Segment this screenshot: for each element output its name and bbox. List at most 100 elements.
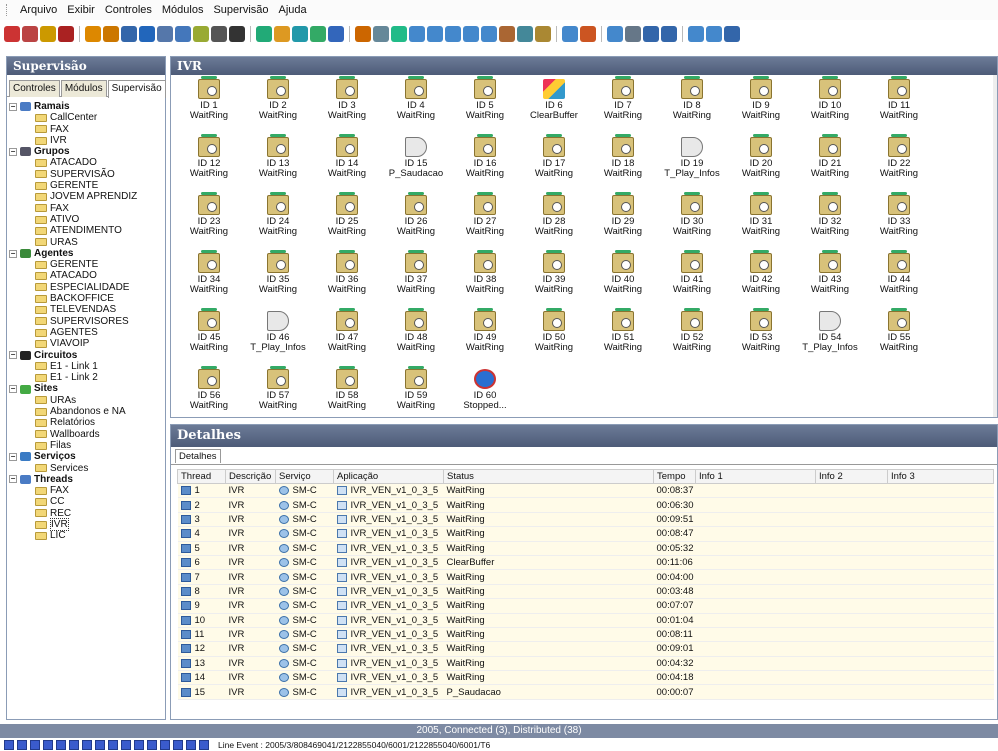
tab-detalhes[interactable]: Detalhes bbox=[175, 449, 221, 463]
ivr-channel[interactable]: ID 22 WaitRing bbox=[865, 134, 933, 189]
db-icon[interactable] bbox=[535, 26, 551, 42]
ivr-channel[interactable]: ID 2 WaitRing bbox=[244, 76, 312, 131]
table-row[interactable]: 8 IVR SM-C IVR_VEN_v1_0_3_5 WaitRing 00:03:48 bbox=[177, 584, 994, 600]
collapse-toggle-icon[interactable]: − bbox=[9, 385, 17, 394]
ivr-channel[interactable]: ID 27 WaitRing bbox=[451, 192, 519, 247]
ivr-channel[interactable]: ID 23 WaitRing bbox=[175, 192, 243, 247]
ivr-channel[interactable]: ID 57 WaitRing bbox=[244, 366, 312, 417]
tree-group-3[interactable]: − Circuitos bbox=[9, 350, 163, 361]
collapse-toggle-icon[interactable]: − bbox=[9, 147, 17, 156]
tree-item[interactable]: TELEVENDAS bbox=[9, 304, 163, 315]
queue-icon[interactable] bbox=[391, 26, 407, 42]
ivr-channel[interactable]: ID 34 WaitRing bbox=[175, 250, 243, 305]
collapse-toggle-icon[interactable]: − bbox=[9, 452, 17, 461]
ivr-channel[interactable]: ID 39 WaitRing bbox=[520, 250, 588, 305]
ivr-channel[interactable]: ID 3 WaitRing bbox=[313, 76, 381, 131]
ivr-channel[interactable]: ID 59 WaitRing bbox=[382, 366, 450, 417]
ivr-channel[interactable]: ID 52 WaitRing bbox=[658, 308, 726, 363]
tree-item[interactable]: FAX bbox=[9, 124, 163, 135]
menu-exibir[interactable]: Exibir bbox=[67, 4, 95, 16]
table-row[interactable]: 5 IVR SM-C IVR_VEN_v1_0_3_5 WaitRing 00:05:32 bbox=[177, 541, 994, 556]
ivr-channel[interactable]: ID 40 WaitRing bbox=[589, 250, 657, 305]
list-icon[interactable] bbox=[328, 26, 344, 42]
tree-item[interactable]: URAS bbox=[9, 237, 163, 248]
gear-icon[interactable] bbox=[274, 26, 290, 42]
ivr-channel[interactable]: ID 18 WaitRing bbox=[589, 134, 657, 189]
tree-item[interactable]: VIAVOIP bbox=[9, 338, 163, 349]
export-icon[interactable] bbox=[562, 26, 578, 42]
monitor-icon[interactable] bbox=[211, 26, 227, 42]
tab-supervisao[interactable]: Supervisão bbox=[107, 80, 166, 98]
table-row[interactable]: 13 IVR SM-C IVR_VEN_v1_0_3_5 WaitRing 00:04:3… bbox=[177, 656, 994, 672]
check-icon[interactable] bbox=[22, 26, 38, 42]
menu-ajuda[interactable]: Ajuda bbox=[279, 4, 307, 16]
sheet-icon[interactable] bbox=[193, 26, 209, 42]
tree-item[interactable]: Filas bbox=[9, 440, 163, 451]
ivr-channel[interactable]: ID 55 WaitRing bbox=[865, 308, 933, 363]
report-icon[interactable] bbox=[409, 26, 425, 42]
ivr-channel[interactable]: ID 37 WaitRing bbox=[382, 250, 450, 305]
collapse-toggle-icon[interactable]: − bbox=[9, 351, 17, 360]
tree-item[interactable]: BACKOFFICE bbox=[9, 293, 163, 304]
tree-item[interactable]: JOVEM APRENDIZ bbox=[9, 191, 163, 202]
table-row[interactable]: 2 IVR SM-C IVR_VEN_v1_0_3_5 WaitRing 00:06:30 bbox=[177, 497, 994, 513]
ivr-channel[interactable]: ID 60 Stopped... bbox=[451, 369, 519, 417]
table-row[interactable]: 1 IVR SM-C IVR_VEN_v1_0_3_5 WaitRing 00:08:37 bbox=[177, 483, 994, 499]
ivr-channel[interactable]: ID 46 T_Play_Infos bbox=[244, 311, 312, 363]
ivr-channel[interactable]: ID 16 WaitRing bbox=[451, 134, 519, 189]
ivr-channel[interactable]: ID 51 WaitRing bbox=[589, 308, 657, 363]
table-row[interactable]: 6 IVR SM-C IVR_VEN_v1_0_3_5 ClearBuffer 00:11… bbox=[177, 555, 994, 571]
ivr-channel[interactable]: ID 29 WaitRing bbox=[589, 192, 657, 247]
table-row[interactable]: 12 IVR SM-C IVR_VEN_v1_0_3_5 WaitRing 00:09:0… bbox=[177, 641, 994, 657]
ivr-channel[interactable]: ID 31 WaitRing bbox=[727, 192, 795, 247]
ivr-channel[interactable]: ID 13 WaitRing bbox=[244, 134, 312, 189]
chart-icon[interactable] bbox=[139, 26, 155, 42]
zoom-in-icon[interactable] bbox=[643, 26, 659, 42]
table-row[interactable]: 14 IVR SM-C IVR_VEN_v1_0_3_5 WaitRing 00:04:1… bbox=[177, 670, 994, 686]
zoom-out-icon[interactable] bbox=[661, 26, 677, 42]
column-header[interactable]: Descrição bbox=[225, 469, 276, 484]
ivr-channel[interactable]: ID 41 WaitRing bbox=[658, 250, 726, 305]
network-icon[interactable] bbox=[256, 26, 272, 42]
back-icon[interactable] bbox=[4, 26, 20, 42]
ivr-channel[interactable]: ID 49 WaitRing bbox=[451, 308, 519, 363]
column-header[interactable]: Tempo bbox=[653, 469, 696, 484]
tree-item[interactable]: Relatórios bbox=[9, 417, 163, 428]
tree-group-6[interactable]: − Threads bbox=[9, 474, 163, 485]
table-row[interactable]: 11 IVR SM-C IVR_VEN_v1_0_3_5 WaitRing 00:08:1… bbox=[177, 627, 994, 643]
table-row[interactable]: 9 IVR SM-C IVR_VEN_v1_0_3_5 WaitRing 00:07:07 bbox=[177, 598, 994, 614]
ivr-channel[interactable]: ID 12 WaitRing bbox=[175, 134, 243, 189]
ivr-channel[interactable]: ID 17 WaitRing bbox=[520, 134, 588, 189]
collapse-toggle-icon[interactable]: − bbox=[9, 249, 17, 258]
user-icon[interactable] bbox=[58, 26, 74, 42]
ivr-channel[interactable]: ID 35 WaitRing bbox=[244, 250, 312, 305]
ivr-channel[interactable]: ID 58 WaitRing bbox=[313, 366, 381, 417]
tree-group-5[interactable]: − Serviços bbox=[9, 451, 163, 462]
ivr-channel[interactable]: ID 19 T_Play_Infos bbox=[658, 137, 726, 189]
ivr-channel[interactable]: ID 56 WaitRing bbox=[175, 366, 243, 417]
folder-icon[interactable] bbox=[40, 26, 56, 42]
tree-item[interactable]: AGENTES bbox=[9, 327, 163, 338]
ivr-channel[interactable]: ID 6 ClearBuffer bbox=[520, 79, 588, 131]
report4-icon[interactable] bbox=[463, 26, 479, 42]
column-header[interactable]: Info 2 bbox=[815, 469, 888, 484]
tree-item[interactable]: ATIVO bbox=[9, 214, 163, 225]
add-icon[interactable] bbox=[724, 26, 740, 42]
ivr-channel[interactable]: ID 20 WaitRing bbox=[727, 134, 795, 189]
table-row[interactable]: 4 IVR SM-C IVR_VEN_v1_0_3_5 WaitRing 00:08:47 bbox=[177, 526, 994, 542]
ivr-channel[interactable]: ID 26 WaitRing bbox=[382, 192, 450, 247]
table-row[interactable]: 10 IVR SM-C IVR_VEN_v1_0_3_5 WaitRing 00:01:0… bbox=[177, 613, 994, 628]
tree-item[interactable]: Wallboards bbox=[9, 429, 163, 440]
tree-group-2[interactable]: − Agentes bbox=[9, 248, 163, 259]
group-icon[interactable] bbox=[157, 26, 173, 42]
ivr-channel[interactable]: ID 10 WaitRing bbox=[796, 76, 864, 131]
table-icon[interactable] bbox=[175, 26, 191, 42]
ivr-channel[interactable]: ID 21 WaitRing bbox=[796, 134, 864, 189]
print-icon[interactable] bbox=[625, 26, 641, 42]
tree-group-0[interactable]: − Ramais bbox=[9, 101, 163, 112]
doc-icon[interactable] bbox=[607, 26, 623, 42]
tool-icon[interactable] bbox=[85, 26, 101, 42]
tree-item[interactable]: Abandonos e NA bbox=[9, 406, 163, 417]
menu-controles[interactable]: Controles bbox=[105, 4, 152, 16]
tree-item[interactable]: ATENDIMENTO bbox=[9, 225, 163, 236]
